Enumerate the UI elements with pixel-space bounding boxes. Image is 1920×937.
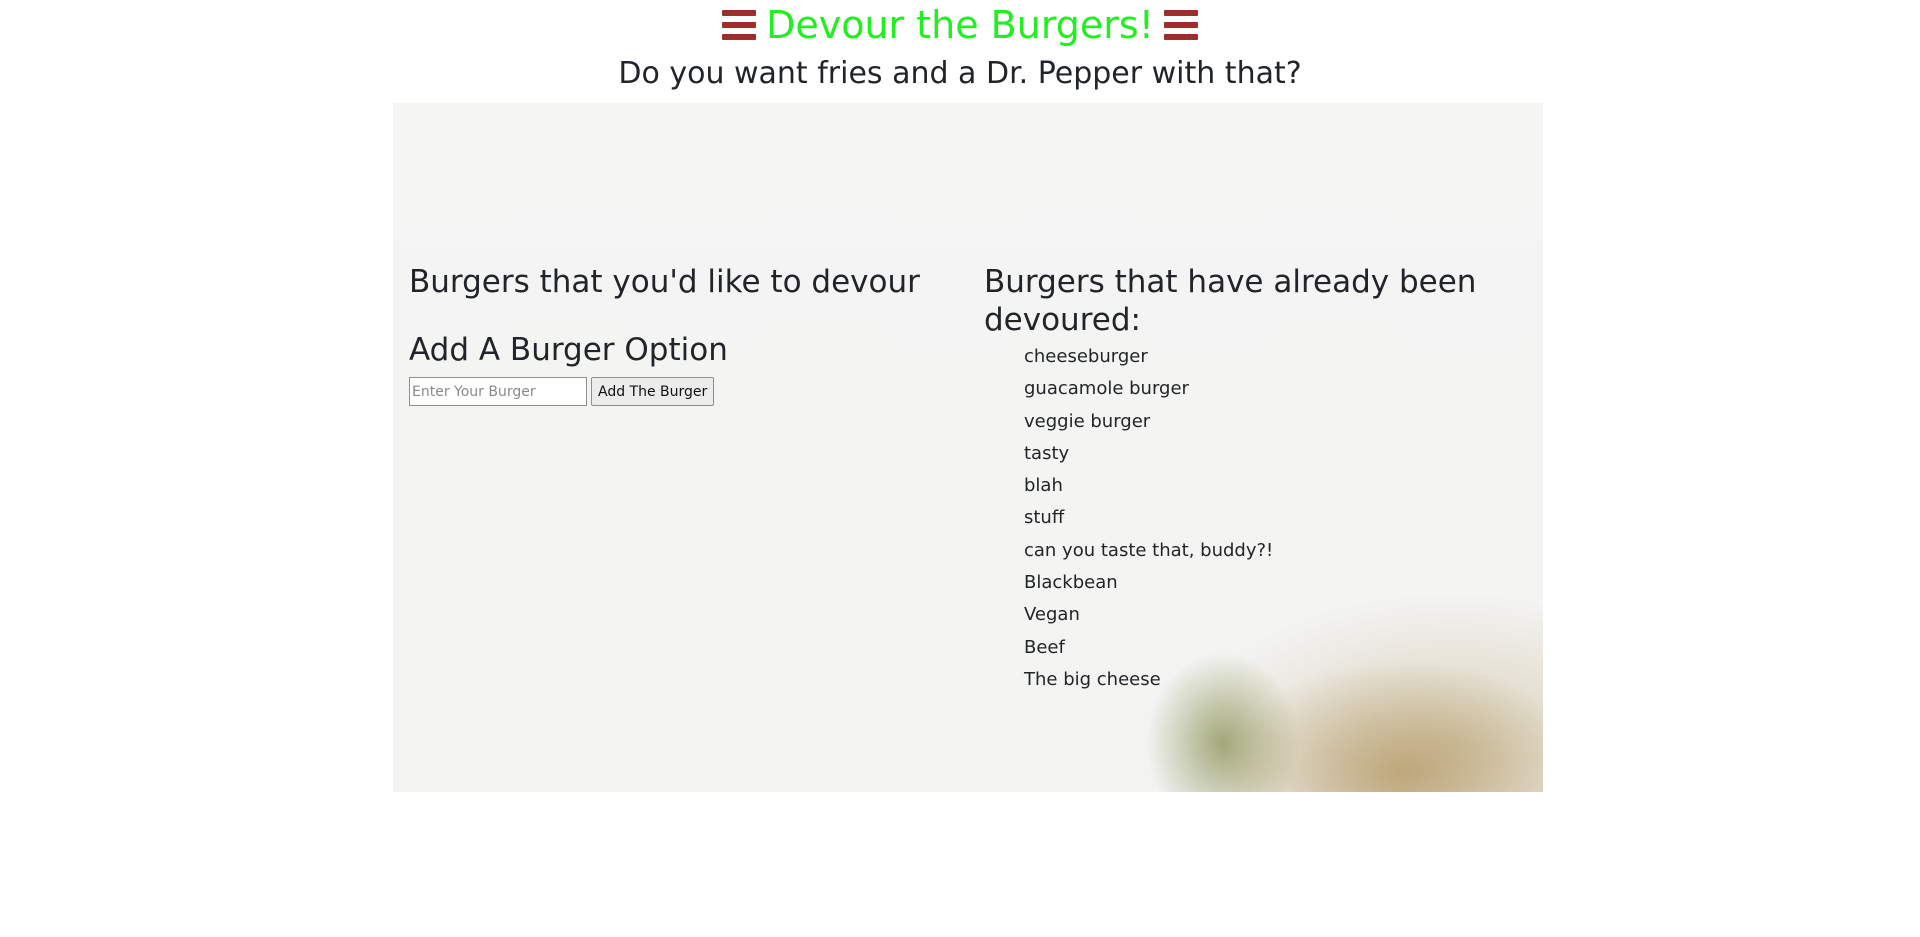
list-item: Beef: [1024, 636, 1065, 658]
page-subtitle: Do you want fries and a Dr. Pepper with …: [618, 56, 1302, 91]
add-burger-form: Add A Burger Option Add The Burger: [409, 331, 949, 406]
add-burger-button[interactable]: Add The Burger: [591, 377, 715, 406]
page-title-row: Devour the Burgers!: [0, 0, 1920, 48]
hamburger-menu-icon: [722, 10, 757, 40]
list-item: tasty: [1024, 442, 1070, 464]
list-item: The big cheese: [1024, 668, 1161, 690]
list-item: veggie burger: [1024, 410, 1151, 432]
devoured-heading: Burgers that have already been devoured:: [984, 264, 1477, 338]
list-item: stuff: [1024, 507, 1065, 529]
list-item: Vegan: [1024, 604, 1080, 626]
burger-name-input[interactable]: [409, 377, 587, 406]
add-burger-heading: Add A Burger Option: [409, 332, 728, 368]
page-header: Devour the Burgers! Do you want fries an…: [0, 0, 1920, 92]
page-title: Devour the Burgers!: [766, 3, 1154, 47]
list-item: Blackbean: [1024, 572, 1118, 594]
devoured-list: cheeseburger guacamole burger veggie bur…: [984, 341, 1504, 696]
devoured-column: Burgers that have already been devoured:…: [984, 263, 1504, 696]
undevoured-heading: Burgers that you'd like to devour: [409, 264, 920, 300]
undevoured-column: Burgers that you'd like to devour Add A …: [409, 263, 949, 406]
list-item: guacamole burger: [1024, 378, 1189, 400]
content-panel: Burgers that you'd like to devour Add A …: [393, 103, 1543, 792]
add-burger-form-row: Add The Burger: [409, 377, 949, 406]
list-item: cheeseburger: [1024, 346, 1148, 367]
hamburger-menu-icon: [1163, 10, 1198, 40]
list-item: can you taste that, buddy?!: [1024, 539, 1274, 561]
list-item: blah: [1024, 475, 1063, 497]
